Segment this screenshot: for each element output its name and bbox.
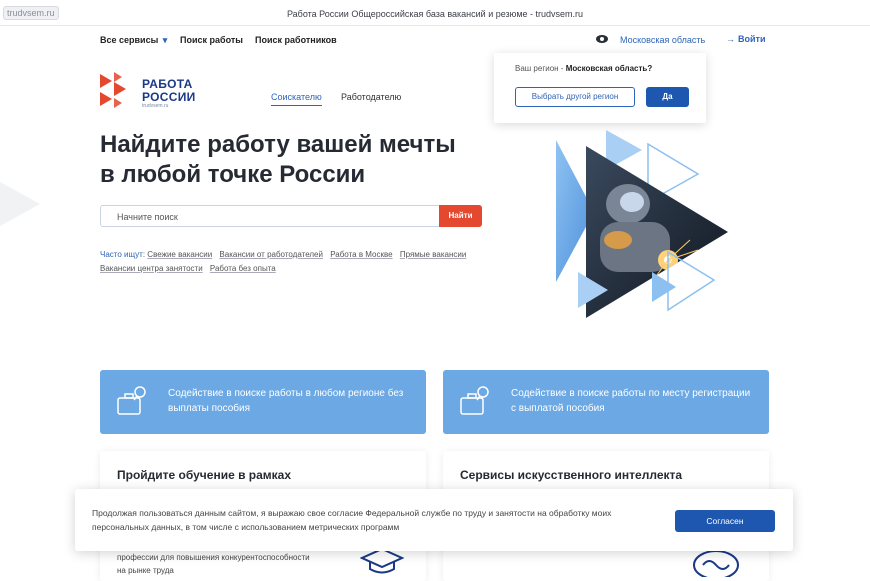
all-services-label: Все сервисы: [100, 35, 159, 45]
cookie-consent-banner: Продолжая пользоваться данным сайтом, я …: [75, 489, 793, 551]
search-input[interactable]: Начните поиск: [100, 205, 440, 227]
worker-search-link[interactable]: Поиск работников: [255, 35, 337, 45]
region-confirm-popup: Ваш регион - Московская область? Выбрать…: [494, 53, 706, 123]
region-selector[interactable]: Московская область: [620, 35, 705, 45]
login-label: Войти: [738, 34, 766, 44]
region-question-value: Московская область?: [565, 64, 653, 73]
chevron-down-icon: ▾: [162, 35, 168, 45]
ai-brain-icon: [693, 550, 739, 577]
training-card-title: Пройдите обучение в рамках: [117, 468, 292, 482]
briefcase-search-icon: [460, 386, 489, 415]
all-services-menu[interactable]: Все сервисы ▾: [100, 35, 167, 46]
decorative-triangle: [0, 182, 40, 226]
login-icon: →: [726, 34, 735, 44]
choose-other-region-button[interactable]: Выбрать другой регион: [515, 87, 635, 107]
frequent-tag[interactable]: Свежие вакансии: [147, 250, 212, 259]
tab-seekers[interactable]: Соискателю: [271, 92, 322, 106]
hero-welder-image: [556, 130, 728, 318]
region-question: Ваш регион - Московская область?: [515, 64, 652, 73]
tab-employers[interactable]: Работодателю: [341, 92, 401, 102]
browser-title-bar: trudvsem.ru Работа России Общероссийская…: [0, 0, 870, 26]
briefcase-search-icon: [117, 386, 146, 415]
service-card-any-region[interactable]: Содействие в поиске работы в любом регио…: [100, 370, 426, 434]
hero-title: Найдите работу вашей мечты в любой точке…: [100, 130, 456, 190]
search-placeholder: Начните поиск: [117, 212, 178, 222]
logo-text-line2: РОССИИ: [142, 90, 196, 104]
cookie-text: Продолжая пользоваться данным сайтом, я …: [92, 508, 612, 532]
hero-title-line1: Найдите работу вашей мечты: [100, 131, 456, 158]
frequent-tag[interactable]: Работа в Москве: [330, 250, 392, 259]
frequent-tag[interactable]: Вакансии центра занятости: [100, 264, 203, 273]
logo-text-line1: РАБОТА: [142, 77, 193, 91]
logo-icon[interactable]: [98, 72, 134, 108]
frequent-label: Часто ищут:: [100, 250, 146, 259]
accessibility-eye-icon[interactable]: [596, 35, 608, 43]
cookie-accept-button[interactable]: Согласен: [675, 510, 775, 532]
training-card-subtitle: профессии для повышения конкурентоспособ…: [117, 553, 310, 575]
hero-title-line2: в любой точке России: [100, 161, 366, 188]
service-card-text: Содействие в поиске работы по месту реги…: [511, 388, 751, 414]
logo-domain: trudvsem.ru: [142, 103, 169, 109]
search-button[interactable]: Найти: [439, 205, 482, 227]
frequent-tag[interactable]: Работа без опыта: [210, 264, 276, 273]
window-title: Работа России Общероссийская база ваканс…: [286, 9, 584, 19]
service-card-with-benefit[interactable]: Содействие в поиске работы по месту реги…: [443, 370, 769, 434]
region-question-prefix: Ваш регион -: [515, 64, 566, 73]
job-search-link[interactable]: Поиск работы: [180, 35, 243, 45]
frequent-searches: Часто ищут: Свежие вакансии Вакансии от …: [100, 248, 490, 276]
service-card-text: Содействие в поиске работы в любом регио…: [168, 388, 404, 414]
ai-card-title: Сервисы искусственного интеллекта: [460, 468, 683, 482]
login-button[interactable]: → Войти: [726, 34, 765, 44]
frequent-tag[interactable]: Прямые вакансии: [400, 250, 466, 259]
frequent-tag[interactable]: Вакансии от работодателей: [219, 250, 323, 259]
graduation-cap-icon: [360, 547, 404, 574]
confirm-region-button[interactable]: Да: [646, 87, 689, 107]
